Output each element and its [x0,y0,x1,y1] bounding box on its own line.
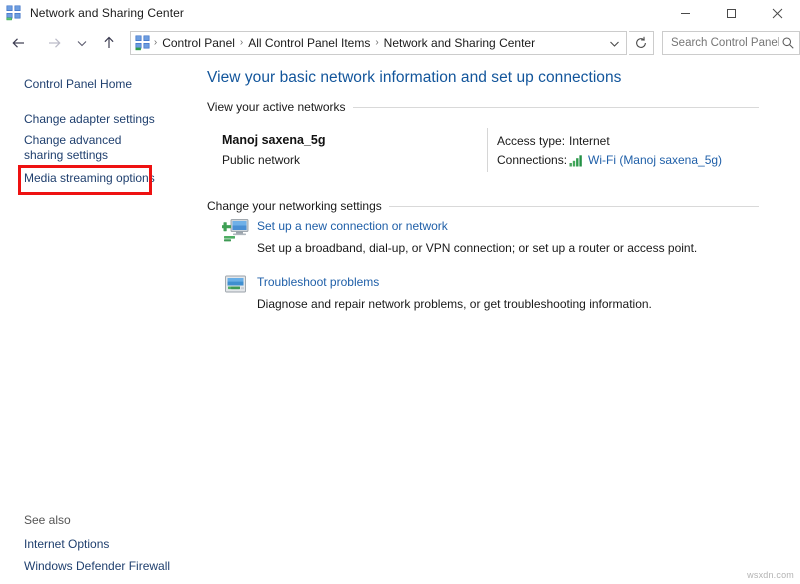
up-level-button[interactable] [96,30,121,56]
title-bar: Network and Sharing Center [0,0,800,26]
page-title: View your basic network information and … [207,69,622,86]
search-box[interactable] [662,31,800,55]
section-rule [388,205,759,207]
back-button[interactable] [6,30,31,56]
arrow-right-icon [49,38,61,48]
chevron-down-icon [610,41,619,47]
connections-row: Connections: Wi-Fi (Manoj saxena_5g) [497,151,722,170]
sidebar-item-change-advanced-sharing-settings[interactable]: Change advanced sharing settings [24,133,156,163]
sidebar-item-control-panel-home[interactable]: Control Panel Home [24,77,132,92]
task-description-set-up-new-connection: Set up a broadband, dial-up, or VPN conn… [257,241,698,255]
address-bar-network-icon [135,35,150,51]
task-body: Troubleshoot problems Diagnose and repai… [257,273,652,312]
search-input[interactable] [669,36,781,50]
close-button[interactable] [754,0,800,26]
wifi-connection-link[interactable]: Wi-Fi (Manoj saxena_5g) [588,151,722,170]
active-network-identity: Manoj saxena_5g Public network [222,132,326,169]
section-label-change-settings: Change your networking settings [207,199,382,213]
network-details-divider [487,128,488,172]
breadcrumb-item-network-and-sharing-center[interactable]: Network and Sharing Center [380,36,539,50]
connections-label: Connections: [497,153,568,167]
network-profile-type: Public network [222,153,301,167]
task-link-troubleshoot-problems[interactable]: Troubleshoot problems [257,274,652,290]
breadcrumb: › Control Panel › All Control Panel Item… [153,36,604,50]
address-bar[interactable]: › Control Panel › All Control Panel Item… [129,31,627,55]
see-also-item-internet-options[interactable]: Internet Options [24,537,109,551]
task-set-up-new-connection[interactable]: Set up a new connection or network Set u… [222,217,697,256]
arrow-left-icon [12,38,24,48]
sidebar-item-change-adapter-settings[interactable]: Change adapter settings [24,112,155,127]
watermark: wsxdn.com [747,570,794,580]
network-sharing-center-window: Network and Sharing Center › Control Pan… [0,0,800,584]
window-controls [662,0,800,26]
task-troubleshoot-problems[interactable]: Troubleshoot problems Diagnose and repai… [222,273,652,312]
see-also-heading: See also [24,513,71,527]
new-connection-icon [222,219,249,242]
search-icon[interactable] [781,36,795,50]
network-name: Manoj saxena_5g [222,133,326,147]
refresh-icon [635,36,646,48]
window-title: Network and Sharing Center [30,6,185,20]
breadcrumb-item-all-control-panel-items[interactable]: All Control Panel Items [244,36,374,50]
sidebar-item-media-streaming-options[interactable]: Media streaming options [24,171,155,186]
task-body: Set up a new connection or network Set u… [257,217,697,256]
close-icon [772,8,782,18]
section-label-active-networks: View your active networks [207,100,346,114]
minimize-button[interactable] [662,0,708,26]
main-content: View your basic network information and … [200,62,800,584]
maximize-icon [726,8,736,18]
access-type-row: Access type: Internet [497,132,722,151]
see-also-item-windows-defender-firewall[interactable]: Windows Defender Firewall [24,559,170,573]
active-network-details: Access type: Internet Connections: Wi-Fi… [497,132,722,170]
section-header-change-settings: Change your networking settings [207,199,759,213]
troubleshoot-icon [225,275,246,293]
refresh-button[interactable] [628,31,654,55]
forward-button[interactable] [41,30,66,56]
section-header-active-networks: View your active networks [207,100,759,114]
access-type-label: Access type: [497,134,566,148]
network-sharing-center-icon [6,5,21,21]
wifi-signal-icon [569,155,582,167]
address-dropdown-button[interactable] [604,32,626,54]
left-navigation-pane: Control Panel Home Change adapter settin… [0,62,200,584]
navigation-bar: › Control Panel › All Control Panel Item… [0,28,800,58]
breadcrumb-item-control-panel[interactable]: Control Panel [158,36,239,50]
access-type-value: Internet [569,134,610,148]
task-description-troubleshoot-problems: Diagnose and repair network problems, or… [257,297,652,311]
task-link-set-up-new-connection[interactable]: Set up a new connection or network [257,218,697,234]
minimize-icon [680,12,690,14]
chevron-down-icon [77,41,87,47]
recent-locations-button[interactable] [73,30,91,56]
section-rule [352,106,759,108]
maximize-button[interactable] [708,0,754,26]
arrow-up-icon [104,36,114,48]
